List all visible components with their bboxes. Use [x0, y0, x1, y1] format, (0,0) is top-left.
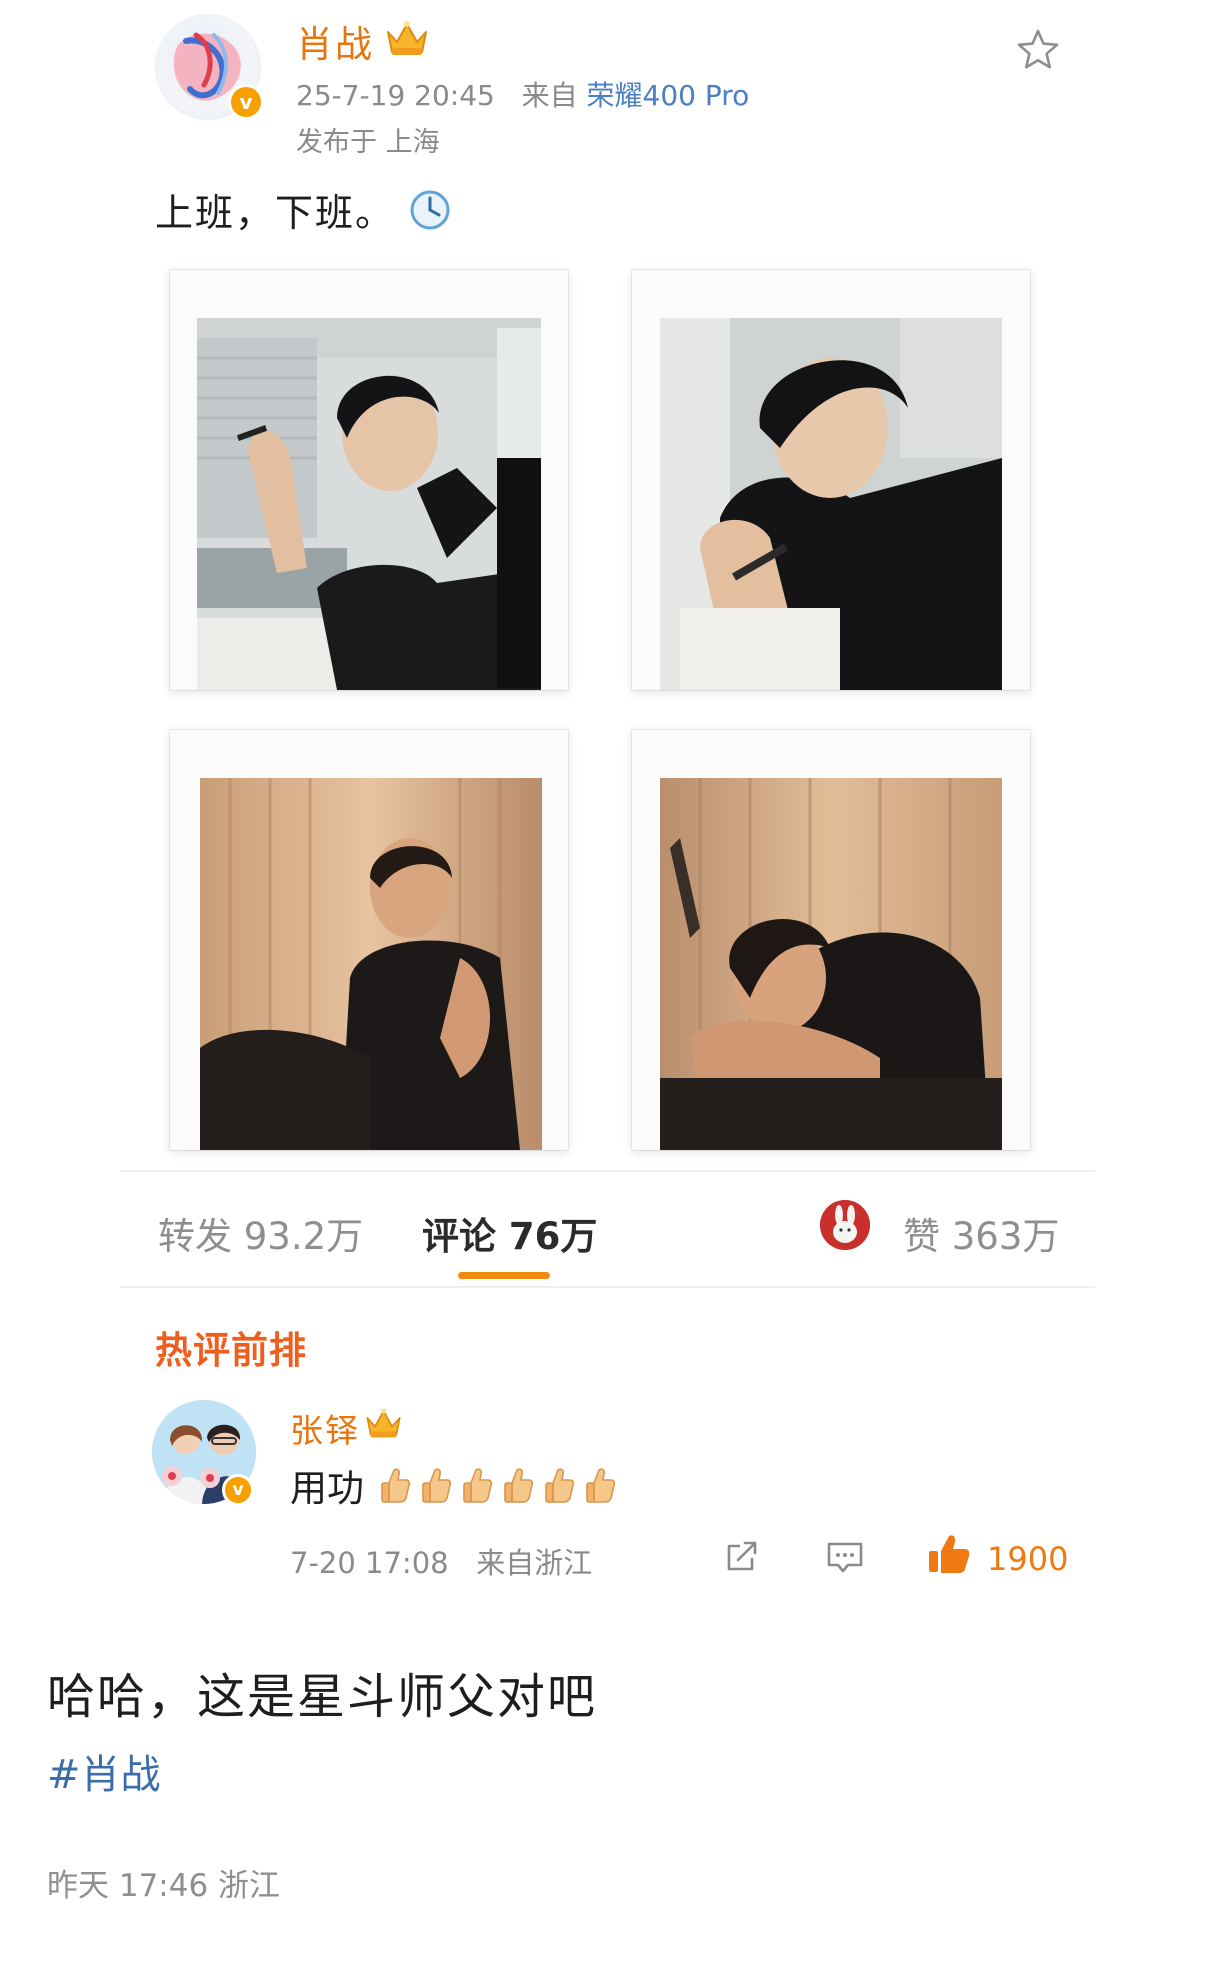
post-date: 25-7-19 20:45 — [296, 79, 495, 112]
comment-text: 用功 — [290, 1458, 618, 1512]
stats-bottom-divider — [120, 1286, 1095, 1288]
comment-crown-icon — [364, 1406, 403, 1440]
share-button[interactable] — [722, 1536, 762, 1580]
hot-comments-title: 热评前排 — [155, 1329, 307, 1372]
thumbs-up-emoji-icon — [500, 1465, 536, 1505]
hashtag-link[interactable]: #肖战 — [47, 1742, 161, 1800]
post-text: 上班，下班。 — [155, 182, 451, 237]
photo-2-image[interactable] — [660, 318, 1002, 690]
like-avatar-rabbit-icon — [820, 1200, 870, 1250]
comment-like-count: 1900 — [987, 1540, 1069, 1578]
thumbs-up-emoji-icon — [418, 1465, 454, 1505]
comment-text-content: 用功 — [290, 1467, 364, 1510]
post-location: 发布于 上海 — [296, 127, 440, 158]
comment-like-button[interactable] — [926, 1532, 972, 1580]
comment-bubble-icon — [827, 1542, 863, 1573]
active-tab-indicator — [458, 1272, 550, 1279]
comment-date: 7-20 17:08 — [290, 1546, 449, 1580]
verified-badge-icon: v — [228, 84, 264, 120]
outer-post-meta: 昨天 17:46 浙江 — [47, 1868, 281, 1904]
post-meta: 25-7-19 20:45 来自 荣耀400 Pro — [296, 74, 749, 114]
reply-button[interactable] — [824, 1538, 866, 1582]
comment-source: 来自浙江 — [476, 1546, 593, 1580]
comment-meta: 7-20 17:08 来自浙江 — [290, 1540, 592, 1582]
photo-4-image[interactable] — [660, 778, 1002, 1150]
repost-button[interactable]: 转发 93.2万 — [158, 1206, 363, 1260]
favorite-star-button[interactable] — [1014, 26, 1062, 74]
post-text-content: 上班，下班。 — [155, 191, 396, 235]
photo-3-image[interactable] — [200, 778, 542, 1150]
thumbs-up-emoji-icon — [541, 1465, 577, 1505]
outer-post-text: 哈哈，这是星斗师父对吧 — [47, 1669, 598, 1725]
thumbs-up-emoji-row — [372, 1465, 618, 1505]
comment-verified-badge-icon: v — [222, 1474, 254, 1506]
comments-tab[interactable]: 评论 76万 — [422, 1206, 597, 1260]
thumbs-up-icon — [929, 1535, 970, 1573]
star-icon — [1017, 29, 1059, 69]
thumbs-up-emoji-icon — [582, 1465, 618, 1505]
crown-icon — [384, 18, 430, 58]
share-icon — [727, 1541, 757, 1571]
thumbs-up-emoji-icon — [377, 1465, 413, 1505]
post-device[interactable]: 荣耀400 Pro — [587, 79, 750, 112]
comment-author-name[interactable]: 张铎 — [290, 1404, 360, 1452]
post-author-name[interactable]: 肖战 — [296, 14, 374, 68]
thumbs-up-emoji-icon — [459, 1465, 495, 1505]
post-source-prefix: 来自 — [521, 79, 578, 112]
likes-button[interactable]: 赞 363万 — [903, 1206, 1059, 1260]
stats-top-divider — [120, 1170, 1095, 1172]
photo-1-image[interactable] — [197, 318, 541, 690]
clock-emoji-icon — [409, 189, 451, 231]
